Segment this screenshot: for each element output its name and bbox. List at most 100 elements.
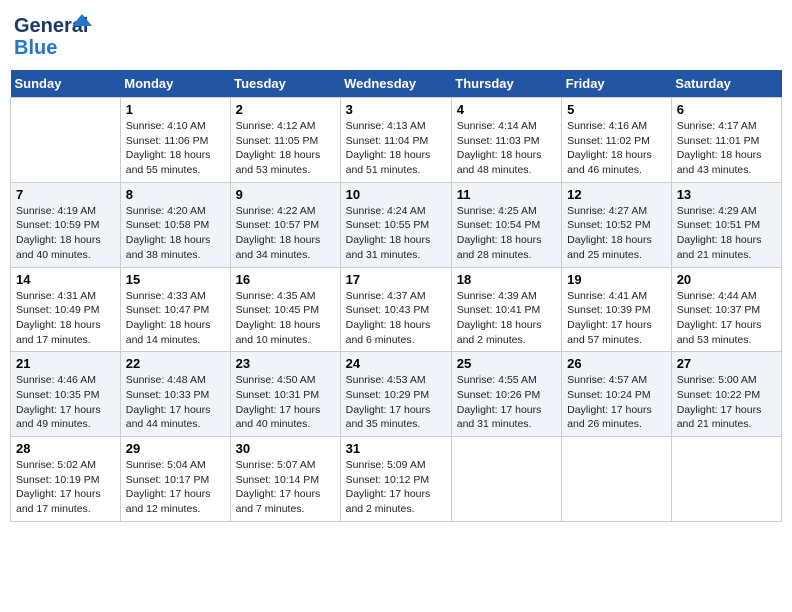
logo-text: GeneralBlue	[14, 10, 104, 62]
day-number: 15	[126, 272, 225, 287]
day-number: 10	[346, 187, 446, 202]
day-number: 23	[236, 356, 335, 371]
calendar-cell: 7 Sunrise: 4:19 AM Sunset: 10:59 PM Dayli…	[11, 182, 121, 267]
week-row-3: 14Sunrise: 4:31 AM Sunset: 10:49 PM Dayl…	[11, 267, 782, 352]
day-number: 13	[677, 187, 776, 202]
day-number: 25	[457, 356, 556, 371]
calendar-cell: 25 Sunrise: 4:55 AM Sunset: 10:26 PM Dayl…	[451, 352, 561, 437]
header-saturday: Saturday	[671, 70, 781, 98]
page-header: GeneralBlue	[10, 10, 782, 62]
calendar-cell: 29 Sunrise: 5:04 AM Sunset: 10:17 PM Dayl…	[120, 437, 230, 522]
day-number: 9	[236, 187, 335, 202]
day-number: 12	[567, 187, 666, 202]
calendar-cell: 24 Sunrise: 4:53 AM Sunset: 10:29 PM Dayl…	[340, 352, 451, 437]
calendar-cell: 19 Sunrise: 4:41 AM Sunset: 10:39 PM Dayl…	[562, 267, 672, 352]
day-info: Sunrise: 4:33 AM Sunset: 10:47 PM Daylig…	[126, 289, 225, 348]
calendar-cell: 11 Sunrise: 4:25 AM Sunset: 10:54 PM Dayl…	[451, 182, 561, 267]
day-info: Sunrise: 4:24 AM Sunset: 10:55 PM Daylig…	[346, 204, 446, 263]
calendar-cell: 30 Sunrise: 5:07 AM Sunset: 10:14 PM Dayl…	[230, 437, 340, 522]
day-info: Sunrise: 4:37 AM Sunset: 10:43 PM Daylig…	[346, 289, 446, 348]
calendar-cell: 12 Sunrise: 4:27 AM Sunset: 10:52 PM Dayl…	[562, 182, 672, 267]
day-number: 3	[346, 102, 446, 117]
day-number: 27	[677, 356, 776, 371]
day-number: 4	[457, 102, 556, 117]
calendar-header-row: SundayMondayTuesdayWednesdayThursdayFrid…	[11, 70, 782, 98]
day-info: Sunrise: 4:50 AM Sunset: 10:31 PM Daylig…	[236, 373, 335, 432]
week-row-4: 21 Sunrise: 4:46 AM Sunset: 10:35 PM Dayl…	[11, 352, 782, 437]
calendar-cell: 1Sunrise: 4:10 AM Sunset: 11:06 PM Dayli…	[120, 98, 230, 183]
day-number: 17	[346, 272, 446, 287]
calendar-cell: 2Sunrise: 4:12 AM Sunset: 11:05 PM Dayli…	[230, 98, 340, 183]
day-number: 6	[677, 102, 776, 117]
day-info: Sunrise: 5:00 AM Sunset: 10:22 PM Daylig…	[677, 373, 776, 432]
day-info: Sunrise: 4:27 AM Sunset: 10:52 PM Daylig…	[567, 204, 666, 263]
day-info: Sunrise: 4:12 AM Sunset: 11:05 PM Daylig…	[236, 119, 335, 178]
calendar-cell: 4 Sunrise: 4:14 AM Sunset: 11:03 PM Dayli…	[451, 98, 561, 183]
day-number: 24	[346, 356, 446, 371]
calendar-cell: 26Sunrise: 4:57 AM Sunset: 10:24 PM Dayl…	[562, 352, 672, 437]
calendar-cell: 13 Sunrise: 4:29 AM Sunset: 10:51 PM Dayl…	[671, 182, 781, 267]
day-info: Sunrise: 4:39 AM Sunset: 10:41 PM Daylig…	[457, 289, 556, 348]
day-info: Sunrise: 4:19 AM Sunset: 10:59 PM Daylig…	[16, 204, 115, 263]
day-info: Sunrise: 4:48 AM Sunset: 10:33 PM Daylig…	[126, 373, 225, 432]
logo: GeneralBlue	[14, 10, 104, 62]
day-info: Sunrise: 4:35 AM Sunset: 10:45 PM Daylig…	[236, 289, 335, 348]
svg-text:Blue: Blue	[14, 37, 57, 59]
day-number: 16	[236, 272, 335, 287]
day-number: 8	[126, 187, 225, 202]
day-number: 11	[457, 187, 556, 202]
calendar-table: SundayMondayTuesdayWednesdayThursdayFrid…	[10, 70, 782, 522]
calendar-cell: 3Sunrise: 4:13 AM Sunset: 11:04 PM Dayli…	[340, 98, 451, 183]
day-number: 19	[567, 272, 666, 287]
calendar-cell: 14Sunrise: 4:31 AM Sunset: 10:49 PM Dayl…	[11, 267, 121, 352]
week-row-2: 7 Sunrise: 4:19 AM Sunset: 10:59 PM Dayli…	[11, 182, 782, 267]
day-info: Sunrise: 4:25 AM Sunset: 10:54 PM Daylig…	[457, 204, 556, 263]
calendar-cell: 8Sunrise: 4:20 AM Sunset: 10:58 PM Dayli…	[120, 182, 230, 267]
header-wednesday: Wednesday	[340, 70, 451, 98]
day-number: 7	[16, 187, 115, 202]
header-friday: Friday	[562, 70, 672, 98]
day-number: 21	[16, 356, 115, 371]
calendar-cell	[562, 437, 672, 522]
day-info: Sunrise: 4:57 AM Sunset: 10:24 PM Daylig…	[567, 373, 666, 432]
day-info: Sunrise: 5:07 AM Sunset: 10:14 PM Daylig…	[236, 458, 335, 517]
calendar-cell: 6 Sunrise: 4:17 AM Sunset: 11:01 PM Dayli…	[671, 98, 781, 183]
header-monday: Monday	[120, 70, 230, 98]
day-info: Sunrise: 5:09 AM Sunset: 10:12 PM Daylig…	[346, 458, 446, 517]
day-number: 29	[126, 441, 225, 456]
day-number: 20	[677, 272, 776, 287]
day-info: Sunrise: 5:02 AM Sunset: 10:19 PM Daylig…	[16, 458, 115, 517]
day-info: Sunrise: 4:14 AM Sunset: 11:03 PM Daylig…	[457, 119, 556, 178]
calendar-cell: 16 Sunrise: 4:35 AM Sunset: 10:45 PM Dayl…	[230, 267, 340, 352]
calendar-cell: 22 Sunrise: 4:48 AM Sunset: 10:33 PM Dayl…	[120, 352, 230, 437]
day-info: Sunrise: 4:10 AM Sunset: 11:06 PM Daylig…	[126, 119, 225, 178]
calendar-cell: 15 Sunrise: 4:33 AM Sunset: 10:47 PM Dayl…	[120, 267, 230, 352]
calendar-cell: 23 Sunrise: 4:50 AM Sunset: 10:31 PM Dayl…	[230, 352, 340, 437]
day-info: Sunrise: 4:53 AM Sunset: 10:29 PM Daylig…	[346, 373, 446, 432]
calendar-cell: 21 Sunrise: 4:46 AM Sunset: 10:35 PM Dayl…	[11, 352, 121, 437]
day-number: 30	[236, 441, 335, 456]
day-info: Sunrise: 4:41 AM Sunset: 10:39 PM Daylig…	[567, 289, 666, 348]
calendar-cell: 17 Sunrise: 4:37 AM Sunset: 10:43 PM Dayl…	[340, 267, 451, 352]
day-number: 18	[457, 272, 556, 287]
header-tuesday: Tuesday	[230, 70, 340, 98]
day-number: 28	[16, 441, 115, 456]
calendar-cell	[451, 437, 561, 522]
day-info: Sunrise: 5:04 AM Sunset: 10:17 PM Daylig…	[126, 458, 225, 517]
week-row-1: 1Sunrise: 4:10 AM Sunset: 11:06 PM Dayli…	[11, 98, 782, 183]
calendar-cell: 20Sunrise: 4:44 AM Sunset: 10:37 PM Dayl…	[671, 267, 781, 352]
day-number: 22	[126, 356, 225, 371]
week-row-5: 28 Sunrise: 5:02 AM Sunset: 10:19 PM Dayl…	[11, 437, 782, 522]
day-info: Sunrise: 4:46 AM Sunset: 10:35 PM Daylig…	[16, 373, 115, 432]
day-number: 5	[567, 102, 666, 117]
header-sunday: Sunday	[11, 70, 121, 98]
day-info: Sunrise: 4:16 AM Sunset: 11:02 PM Daylig…	[567, 119, 666, 178]
day-info: Sunrise: 4:17 AM Sunset: 11:01 PM Daylig…	[677, 119, 776, 178]
day-number: 31	[346, 441, 446, 456]
day-info: Sunrise: 4:55 AM Sunset: 10:26 PM Daylig…	[457, 373, 556, 432]
calendar-cell: 27 Sunrise: 5:00 AM Sunset: 10:22 PM Dayl…	[671, 352, 781, 437]
day-info: Sunrise: 4:29 AM Sunset: 10:51 PM Daylig…	[677, 204, 776, 263]
calendar-cell	[671, 437, 781, 522]
calendar-cell: 28 Sunrise: 5:02 AM Sunset: 10:19 PM Dayl…	[11, 437, 121, 522]
day-info: Sunrise: 4:22 AM Sunset: 10:57 PM Daylig…	[236, 204, 335, 263]
